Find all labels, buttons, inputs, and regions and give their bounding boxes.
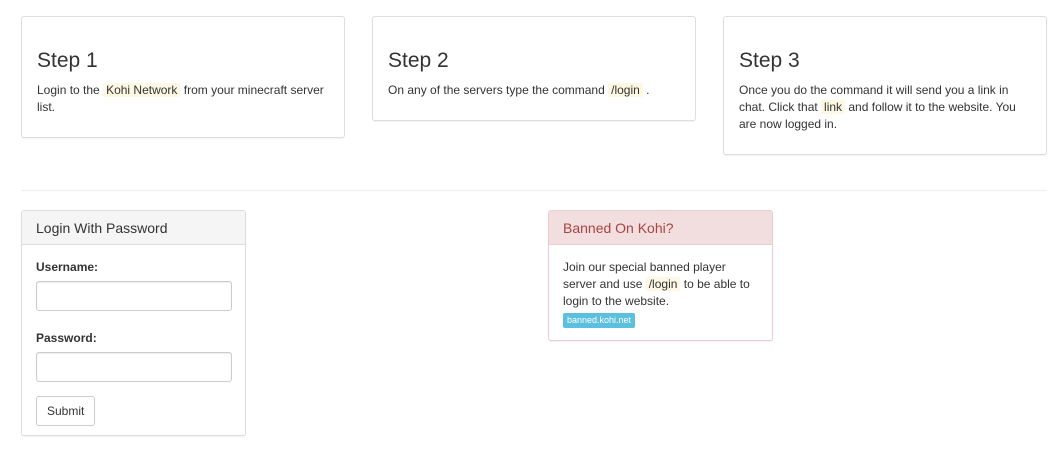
login-form: Username: Password: Submit xyxy=(22,245,245,435)
password-label: Password: xyxy=(36,331,97,345)
step-1-text-before: Login to the xyxy=(37,83,104,97)
banned-panel-heading: Banned On Kohi? xyxy=(549,211,772,245)
username-input[interactable] xyxy=(36,281,232,311)
step-3-title: Step 3 xyxy=(739,49,800,72)
step-2-title: Step 2 xyxy=(388,49,449,72)
banned-highlight: /login xyxy=(645,277,681,291)
banned-panel-text: Join our special banned player server an… xyxy=(563,259,758,310)
banned-panel: Banned On Kohi? Join our special banned … xyxy=(548,210,773,341)
section-divider xyxy=(21,190,1047,191)
username-label: Username: xyxy=(36,260,99,274)
banned-server-link[interactable]: banned.kohi.net xyxy=(563,313,636,328)
step-2-text-after: . xyxy=(642,83,650,97)
login-panel-heading: Login With Password xyxy=(22,211,245,245)
step-2-text: On any of the servers type the command /… xyxy=(388,82,680,99)
step-1-card: Step 1 Login to the Kohi Network from yo… xyxy=(21,16,345,138)
step-1-text: Login to the Kohi Network from your mine… xyxy=(37,82,329,116)
step-3-card: Step 3 Once you do the command it will s… xyxy=(723,16,1047,155)
step-1-highlight: Kohi Network xyxy=(103,83,181,97)
step-2-highlight: /login xyxy=(608,83,643,97)
banned-panel-body: Join our special banned player server an… xyxy=(549,245,772,338)
step-2-text-before: On any of the servers type the command xyxy=(388,83,609,97)
step-1-title: Step 1 xyxy=(37,49,98,72)
submit-button[interactable]: Submit xyxy=(36,396,96,426)
step-3-text: Once you do the command it will send you… xyxy=(739,82,1031,133)
step-3-highlight: link xyxy=(821,100,846,114)
step-2-card: Step 2 On any of the servers type the co… xyxy=(372,16,696,121)
password-input[interactable] xyxy=(36,352,232,382)
login-panel: Login With Password Username: Password: … xyxy=(21,210,246,436)
